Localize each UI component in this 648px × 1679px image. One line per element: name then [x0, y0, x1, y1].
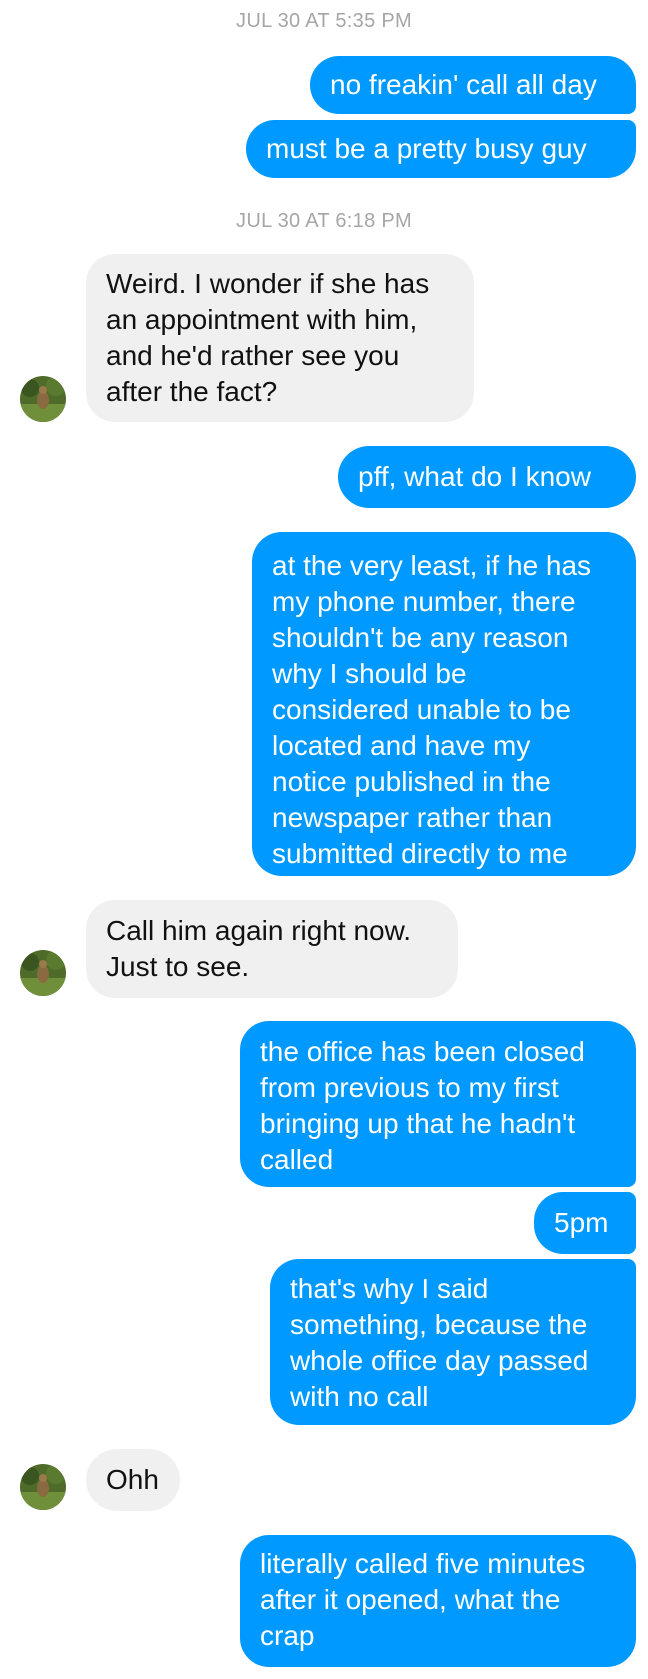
- received-message-bubble[interactable]: Call him again right now. Just to see.: [86, 900, 458, 998]
- sent-message-bubble[interactable]: pff, what do I know: [338, 446, 636, 508]
- contact-avatar[interactable]: [20, 376, 66, 422]
- contact-avatar[interactable]: [20, 950, 66, 996]
- sent-message-bubble[interactable]: 5pm: [534, 1192, 636, 1254]
- sent-message-bubble[interactable]: no freakin' call all day: [310, 56, 636, 114]
- sent-message-bubble[interactable]: that's why I said something, because the…: [270, 1259, 636, 1425]
- received-message-bubble[interactable]: Weird. I wonder if she has an appointmen…: [86, 254, 474, 422]
- contact-avatar-photo-icon: [20, 376, 66, 422]
- sent-message-bubble[interactable]: literally called five minutes after it o…: [240, 1535, 636, 1667]
- contact-avatar[interactable]: [20, 1464, 66, 1510]
- contact-avatar-photo-icon: [20, 1464, 66, 1510]
- timestamp: JUL 30 AT 6:18 PM: [236, 210, 412, 232]
- sent-message-bubble[interactable]: the office has been closed from previous…: [240, 1021, 636, 1187]
- contact-avatar-photo-icon: [20, 950, 66, 996]
- received-message-bubble[interactable]: Ohh: [86, 1449, 180, 1511]
- sent-message-bubble[interactable]: at the very least, if he has my phone nu…: [252, 532, 636, 876]
- sent-message-bubble[interactable]: must be a pretty busy guy: [246, 120, 636, 178]
- timestamp: JUL 30 AT 5:35 PM: [236, 10, 412, 32]
